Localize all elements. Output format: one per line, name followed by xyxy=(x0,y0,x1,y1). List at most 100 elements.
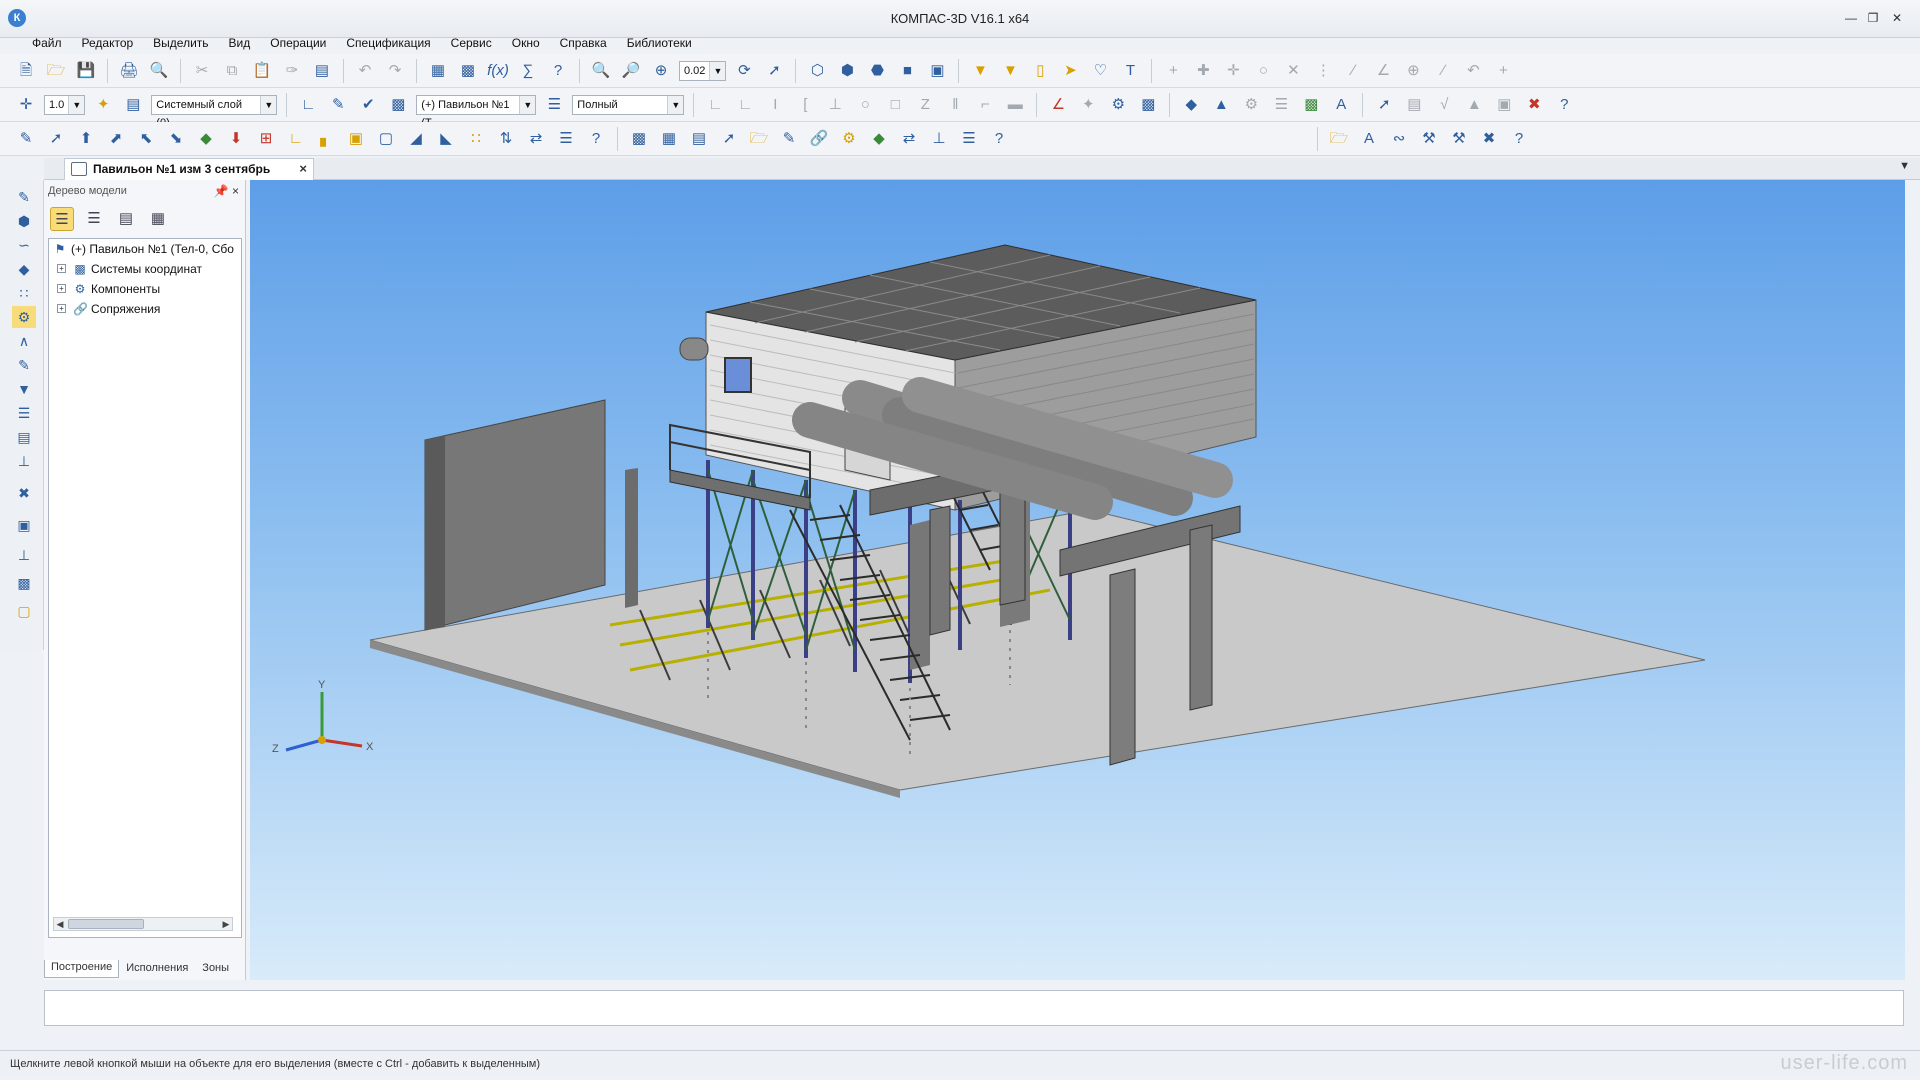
layer-select[interactable]: Системный слой (0)▼ xyxy=(151,94,278,129)
tools-icon[interactable]: ✖ xyxy=(1522,93,1546,117)
table-icon[interactable]: ▤ xyxy=(1402,93,1426,117)
hidden-lines-icon[interactable]: ⬢ xyxy=(835,59,859,83)
array-icon[interactable]: ∷ xyxy=(464,127,488,151)
snap-end-icon[interactable]: ✚ xyxy=(1191,59,1215,83)
measure-icon[interactable]: ✎ xyxy=(12,354,36,376)
rotate-icon[interactable]: ⟳ xyxy=(732,59,756,83)
print-preview-icon[interactable]: 🔍 xyxy=(147,59,171,83)
heart-shape-icon[interactable]: ♡ xyxy=(1088,59,1112,83)
add-from-file-icon[interactable]: ▦ xyxy=(657,127,681,151)
snap-nearest-icon[interactable]: ⊕ xyxy=(1401,59,1425,83)
restore-icon[interactable]: ❐ xyxy=(1864,10,1882,26)
paste-icon[interactable]: 📋 xyxy=(250,59,274,83)
display-mode-select[interactable]: Полный ▼ xyxy=(572,94,685,115)
tolerance-icon[interactable]: ▣ xyxy=(1492,93,1516,117)
pipe-icon[interactable]: ⊥ xyxy=(12,544,36,566)
variables-fx-icon[interactable]: f(x) xyxy=(486,59,510,83)
gear-icon[interactable]: ⚙ xyxy=(1106,93,1130,117)
chevron-down-icon[interactable]: ▼ xyxy=(667,95,684,114)
menu-service[interactable]: Сервис xyxy=(441,34,502,54)
tab-construction[interactable]: Построение xyxy=(44,960,120,978)
help-pointer-icon[interactable]: ? xyxy=(546,59,570,83)
tree-item[interactable]: + ⚙ Компоненты xyxy=(49,279,241,299)
display-mode-icon[interactable]: ☰ xyxy=(542,93,566,117)
yellow-cube-icon[interactable]: ▢ xyxy=(12,600,36,622)
extrude-up-icon[interactable]: ⬈ xyxy=(104,127,128,151)
library-manager-icon[interactable]: ▩ xyxy=(456,59,480,83)
steel-icon[interactable]: ✖ xyxy=(12,482,36,504)
section-icon[interactable]: ◢ xyxy=(404,127,428,151)
chamfer-icon[interactable]: ▖ xyxy=(314,127,338,151)
filter-icon[interactable]: ▼ xyxy=(12,378,36,400)
material-icon[interactable]: ◆ xyxy=(1179,93,1203,117)
format-painter-icon[interactable]: ✑ xyxy=(280,59,304,83)
model-viewport[interactable]: Y X Z xyxy=(250,180,1905,980)
extrude-angle-icon[interactable]: ⬉ xyxy=(134,127,158,151)
profile-l-icon[interactable]: ∟ xyxy=(703,93,727,117)
snap-point-icon[interactable]: + xyxy=(1161,59,1185,83)
coincident-icon[interactable]: ⊥ xyxy=(927,127,951,151)
color-icon[interactable]: ▲ xyxy=(1209,93,1233,117)
cut-extrude-icon[interactable]: ⬇ xyxy=(224,127,248,151)
line-style-icon[interactable]: ➚ xyxy=(1372,93,1396,117)
orientation-yellow-icon[interactable]: ➤ xyxy=(1058,59,1082,83)
shell-icon[interactable]: ▣ xyxy=(344,127,368,151)
chevron-down-icon[interactable]: ▼ xyxy=(68,95,85,114)
create-part-icon[interactable]: ▤ xyxy=(687,127,711,151)
point-icon[interactable]: ✦ xyxy=(1076,93,1100,117)
add-snap-icon[interactable]: + xyxy=(1491,59,1515,83)
properties-icon[interactable]: ▤ xyxy=(310,59,334,83)
cut-multi-icon[interactable]: ⊞ xyxy=(254,127,278,151)
tree-structure-icon[interactable]: ☰ xyxy=(50,207,74,231)
profile-t-icon[interactable]: ⊥ xyxy=(823,93,847,117)
sheet-metal-icon[interactable]: ▣ xyxy=(12,514,36,536)
base-icon[interactable]: ▲ xyxy=(1462,93,1486,117)
tree-spec-icon[interactable]: ▦ xyxy=(146,207,170,231)
orientation-icon[interactable]: ➚ xyxy=(762,59,786,83)
close-icon[interactable]: ✕ xyxy=(1888,10,1906,26)
menu-view[interactable]: Вид xyxy=(219,34,261,54)
profile-double-icon[interactable]: ‖ xyxy=(943,93,967,117)
array-icon[interactable]: ∷ xyxy=(12,282,36,304)
snap-grid-icon[interactable]: ⋮ xyxy=(1311,59,1335,83)
zoom-scale-icon[interactable]: ⊕ xyxy=(649,59,673,83)
menu-file[interactable]: Файл xyxy=(22,34,72,54)
tree-doc-icon[interactable]: ▤ xyxy=(114,207,138,231)
component-edit-icon[interactable]: ✎ xyxy=(777,127,801,151)
tab-zones[interactable]: Зоны xyxy=(195,960,236,978)
profile-l2-icon[interactable]: ∟ xyxy=(733,93,757,117)
menu-help[interactable]: Справка xyxy=(550,34,617,54)
tabs-dropdown-icon[interactable]: ▼ xyxy=(1899,160,1910,172)
link-icon[interactable]: 🔗 xyxy=(807,127,831,151)
wireframe-icon[interactable]: ⬡ xyxy=(805,59,829,83)
scroll-thumb[interactable] xyxy=(68,919,144,929)
measure-icon[interactable]: ⇄ xyxy=(524,127,548,151)
report-icon[interactable]: ▤ xyxy=(12,426,36,448)
move-component-icon[interactable]: ➚ xyxy=(717,127,741,151)
solid-icon[interactable]: ⬢ xyxy=(12,210,36,232)
profile-round-icon[interactable]: ○ xyxy=(853,93,877,117)
library-fasteners-icon[interactable]: ⚒ xyxy=(1417,127,1441,151)
fillet-icon[interactable]: ∟ xyxy=(284,127,308,151)
part-select[interactable]: (+) Павильон №1 (Т▼ xyxy=(416,94,537,129)
menu-libraries[interactable]: Библиотеки xyxy=(617,34,702,54)
tag-icon[interactable]: ▩ xyxy=(1136,93,1160,117)
cube-yellow-icon[interactable]: ▯ xyxy=(1028,59,1052,83)
check-icon[interactable]: ✔ xyxy=(356,93,380,117)
curve-icon[interactable]: ∽ xyxy=(12,234,36,256)
snap-center-icon[interactable]: ○ xyxy=(1251,59,1275,83)
snap-mid-icon[interactable]: ✛ xyxy=(1221,59,1245,83)
library-open-icon[interactable]: 🗁 xyxy=(1327,127,1351,151)
aux-geometry-icon[interactable]: ∧ xyxy=(12,330,36,352)
axis-icon[interactable]: ➚ xyxy=(44,127,68,151)
cursor-coords-icon[interactable]: ✛ xyxy=(14,93,38,117)
chevron-down-icon[interactable]: ▼ xyxy=(709,61,726,80)
zoom-fit-icon[interactable]: 🔎 xyxy=(619,59,643,83)
close-icon[interactable]: × xyxy=(299,159,307,179)
snap-angle-icon[interactable]: ∠ xyxy=(1371,59,1395,83)
horizontal-scrollbar[interactable]: ◀ ▶ xyxy=(53,917,233,931)
profile-square-icon[interactable]: □ xyxy=(883,93,907,117)
profile-c-icon[interactable]: [ xyxy=(793,93,817,117)
step-select[interactable]: 1.0 ▼ xyxy=(44,94,86,115)
angle-icon[interactable]: ∠ xyxy=(1046,93,1070,117)
